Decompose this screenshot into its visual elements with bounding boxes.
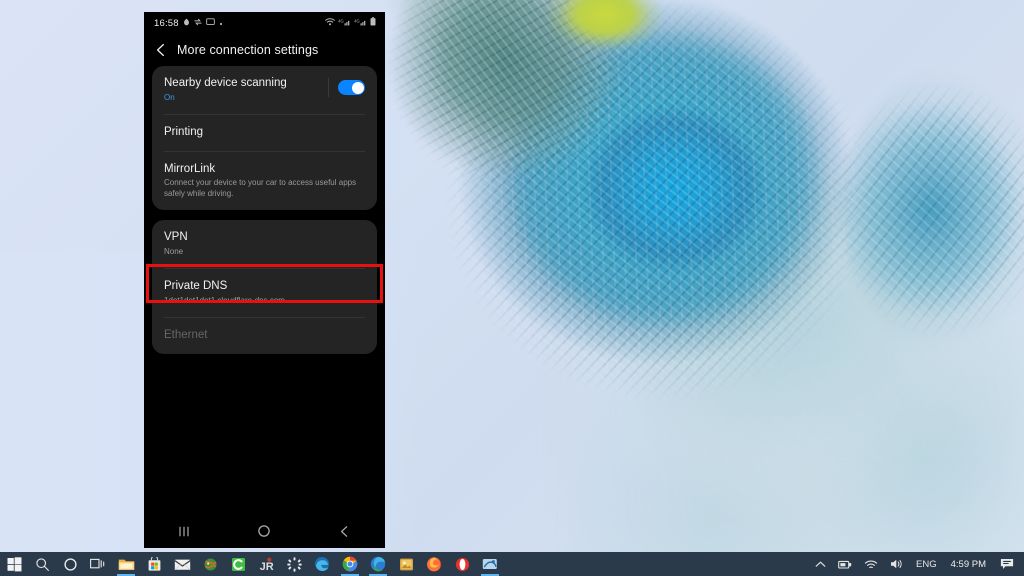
list-item-title: Ethernet [164,329,208,341]
sync-icon [194,18,202,29]
photo-app-button[interactable] [392,552,420,576]
taskbar-app-buttons: JR [0,552,504,576]
list-item-text: Printing [164,125,365,140]
svg-text:4G: 4G [338,18,343,23]
back-chevron-icon[interactable] [154,43,168,57]
edge-legacy-button[interactable] [308,552,336,576]
chevron-up-icon[interactable] [809,552,832,576]
list-item-nearby-device-scanning[interactable]: Nearby device scanning On [152,66,377,114]
camtasia-button[interactable] [224,552,252,576]
search-button[interactable] [28,552,56,576]
signal-sim1-icon: 4G [338,18,351,29]
dot-icon [219,18,223,29]
alarm-icon [183,18,190,29]
file-explorer-button[interactable] [112,552,140,576]
list-item-subtitle: 1dot1dot1dot1.cloudflare-dns.com [164,296,285,305]
svg-text:JR: JR [259,561,273,572]
list-item-private-dns[interactable]: Private DNS 1dot1dot1dot1.cloudflare-dns… [152,269,377,317]
svg-text:4G: 4G [354,18,359,23]
jr-app-button[interactable]: JR [252,552,280,576]
settings-list: Nearby device scanning On Printing Mirro… [144,66,385,354]
signal-sim2-icon: 4G [354,18,367,29]
edge-button[interactable] [364,552,392,576]
list-item-subtitle: None [164,247,184,256]
opera-button[interactable] [448,552,476,576]
list-item-text: Ethernet [164,328,365,343]
screenshot-icon [206,17,215,29]
cortana-button[interactable] [56,552,84,576]
list-item-title: VPN [164,231,188,243]
list-item-printing[interactable]: Printing [152,115,377,151]
windows-taskbar: JR ENG 4:59 PM [0,552,1024,576]
status-bar-right: 4G 4G [325,12,376,34]
taskbar-clock[interactable]: 4:59 PM [943,559,994,570]
list-item-text: Private DNS 1dot1dot1dot1.cloudflare-dns… [164,279,365,306]
list-item-text: Nearby device scanning On [164,76,328,103]
nearby-device-scanning-toggle[interactable] [338,80,365,95]
phone-navigation-bar [144,514,385,548]
microsoft-store-button[interactable] [140,552,168,576]
list-item-mirrorlink[interactable]: MirrorLink Connect your device to your c… [152,152,377,210]
recents-icon[interactable] [162,514,206,548]
settings-card-connections: Nearby device scanning On Printing Mirro… [152,66,377,210]
list-item-title: MirrorLink [164,163,216,175]
scrcpy-button[interactable] [476,552,504,576]
list-item-text: VPN None [164,230,365,257]
list-item-subtitle: Connect your device to your car to acces… [164,178,357,198]
firefox-button[interactable] [420,552,448,576]
start-button[interactable] [0,552,28,576]
wifi-icon[interactable] [858,552,884,576]
toggle-knob [351,81,364,94]
battery-icon [370,17,376,29]
chrome-button[interactable] [336,552,364,576]
list-item-subtitle: On [164,93,175,102]
list-item-title: Printing [164,126,203,138]
action-center-icon[interactable] [994,552,1020,576]
settings-button[interactable] [280,552,308,576]
list-item-text: MirrorLink Connect your device to your c… [164,162,365,199]
toggle-container [328,76,365,97]
phone-app-bar: More connection settings [144,34,385,66]
list-item-title: Private DNS [164,280,228,292]
speaker-icon[interactable] [884,552,910,576]
wifi-icon [325,17,335,29]
page-title: More connection settings [177,43,319,57]
status-bar-left: 16:58 [144,18,223,29]
mail-button[interactable] [168,552,196,576]
home-circle-icon[interactable] [242,514,286,548]
toggle-separator [328,78,329,97]
language-indicator[interactable]: ENG [910,552,943,576]
status-bar-clock: 16:58 [154,17,179,29]
phone-status-bar: 16:58 4G 4G [144,12,385,34]
phone-mirror-window[interactable]: 16:58 4G 4G More connection settings Nea… [144,12,385,548]
task-view-button[interactable] [84,552,112,576]
usb-device-icon[interactable] [832,552,858,576]
system-tray: ENG 4:59 PM [809,552,1024,576]
settings-card-network: VPN None Private DNS 1dot1dot1dot1.cloud… [152,220,377,354]
list-item-ethernet: Ethernet [152,318,377,354]
list-item-vpn[interactable]: VPN None [152,220,377,268]
app-globe-button[interactable] [196,552,224,576]
list-item-title: Nearby device scanning [164,77,287,89]
back-chevron-icon[interactable] [323,514,367,548]
